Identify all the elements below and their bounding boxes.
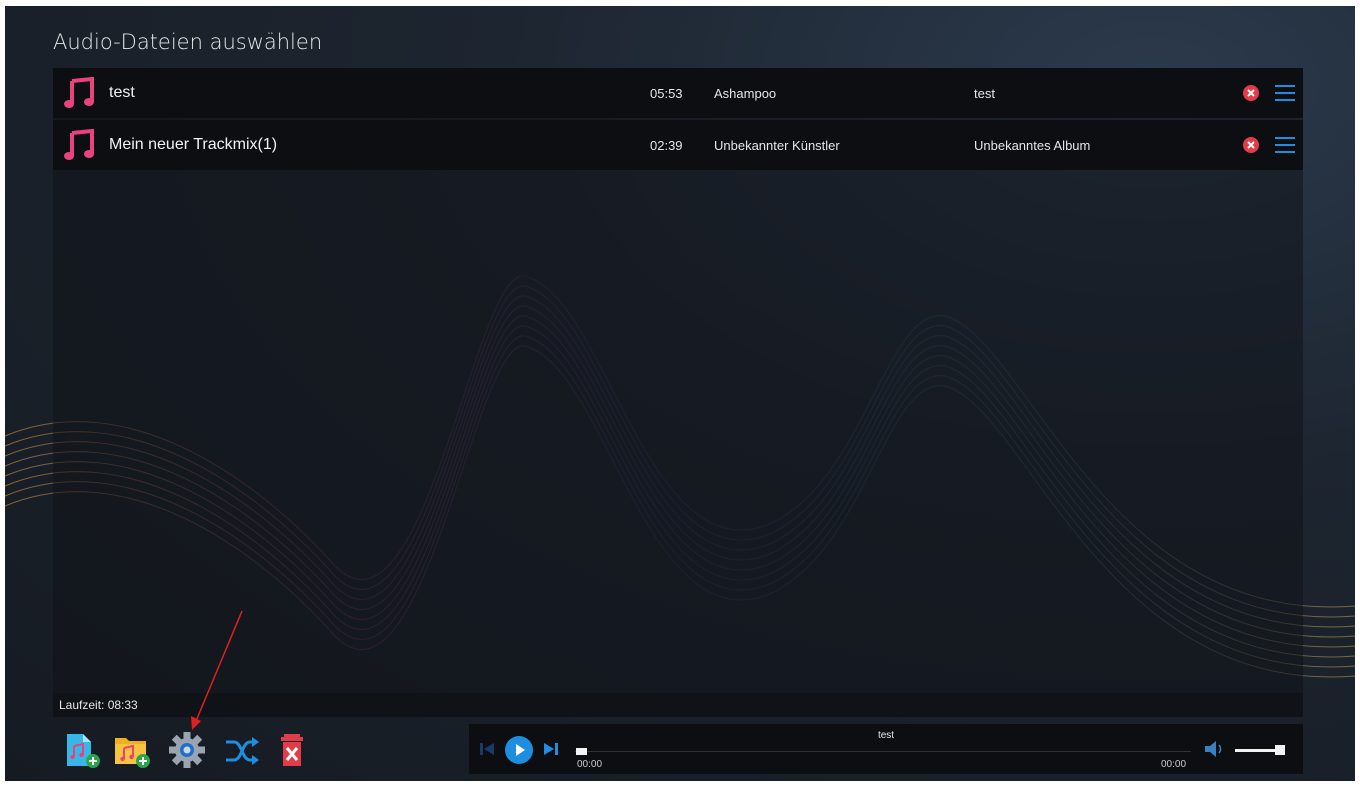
- track-duration: 05:53: [650, 86, 683, 101]
- track-list: test 05:53 Ashampoo test Mein neuer Trac…: [53, 68, 1303, 693]
- track-row[interactable]: test 05:53 Ashampoo test: [53, 68, 1303, 118]
- track-duration: 02:39: [650, 138, 683, 153]
- previous-track-icon[interactable]: [479, 741, 495, 757]
- audio-player: test 00:00 00:00: [469, 724, 1303, 774]
- volume-icon[interactable]: [1203, 738, 1225, 760]
- next-track-icon[interactable]: [543, 741, 559, 757]
- now-playing-title: test: [877, 730, 895, 741]
- track-title: test: [109, 84, 135, 101]
- music-note-icon: [64, 129, 94, 160]
- drag-handle-icon[interactable]: [1275, 84, 1295, 102]
- track-artist: Ashampoo: [714, 86, 777, 101]
- track-title: Mein neuer Trackmix(1): [109, 136, 278, 153]
- add-folder-icon[interactable]: [112, 730, 152, 770]
- track-album: test: [974, 86, 995, 101]
- volume-handle[interactable]: [1275, 745, 1285, 755]
- clear-list-icon[interactable]: [275, 730, 315, 770]
- seek-bar[interactable]: [575, 751, 1191, 752]
- current-time: 00:00: [577, 759, 603, 770]
- music-note-icon: [64, 77, 94, 108]
- track-row[interactable]: Mein neuer Trackmix(1) 02:39 Unbekannter…: [53, 120, 1303, 170]
- play-button-icon[interactable]: [505, 736, 533, 764]
- annotation-arrow: [191, 610, 243, 730]
- remove-track-icon[interactable]: [1243, 137, 1259, 153]
- seek-handle[interactable]: [576, 748, 587, 755]
- settings-gear-icon[interactable]: [167, 730, 207, 770]
- track-album: Unbekanntes Album: [974, 138, 1091, 153]
- track-artist: Unbekannter Künstler: [714, 138, 840, 153]
- runtime-label: Laufzeit: 08:33: [59, 698, 138, 712]
- page-title: Audio-Dateien auswählen: [53, 30, 323, 54]
- remove-track-icon[interactable]: [1243, 85, 1259, 101]
- volume-slider[interactable]: [1235, 749, 1279, 752]
- drag-handle-icon[interactable]: [1275, 136, 1295, 154]
- add-file-icon[interactable]: [63, 730, 103, 770]
- shuffle-icon[interactable]: [222, 730, 262, 770]
- app-window: Audio-Dateien auswählen test 05:53 Asham…: [5, 6, 1355, 781]
- total-time: 00:00: [1161, 759, 1187, 770]
